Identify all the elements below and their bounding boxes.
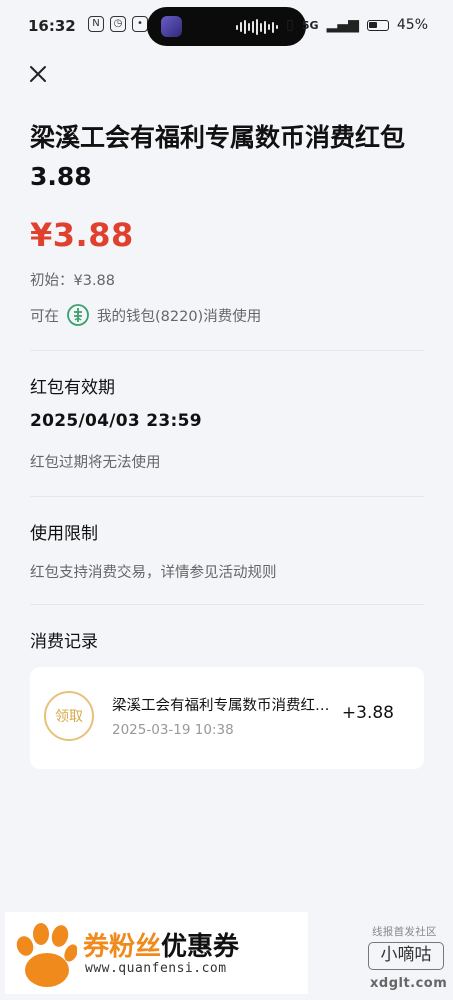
community-name: 小嘀咕 [368,942,444,970]
watermark-brand-part1: 券粉丝 [83,932,162,962]
status-time: 16:32 [28,17,76,35]
alarm-icon: ◷ [110,16,126,32]
expiry-section-title: 红包有效期 [30,378,115,398]
wallet-name: 我的钱包(8220)消费使用 [97,308,262,325]
usable-wallet-row: 可在 我的钱包(8220)消费使用 [30,304,261,326]
battery-icon [366,19,389,31]
record-name: 梁溪工会有福利专属数币消费红包3.88 [112,698,332,714]
music-app-icon [161,16,182,37]
close-icon [30,66,46,82]
record-item[interactable]: 领取 梁溪工会有福利专属数币消费红包3.88 2025-03-19 10:38 … [30,667,424,769]
wechat-icon: • [132,16,148,32]
expiry-note: 红包过期将无法使用 [30,455,161,471]
initial-amount: 初始：¥3.88 [30,273,116,289]
system-status: ▯ 5G ▂▄▆ 45% [286,17,428,33]
expiry-date: 2025/04/03 23:59 [30,411,202,431]
community-domain: xdglt.com [370,976,448,991]
battery-percent: 45% [396,17,428,33]
red-packet-amount: ¥3.88 [30,216,134,254]
signal-icon: ▂▄▆ [326,17,359,33]
watermark-brand-part2: 优惠券 [161,932,240,962]
quanfensi-watermark: 券粉丝优惠券 www.quanfensi.com [5,912,308,994]
bank-logo-icon [67,304,89,326]
divider [30,496,424,497]
records-section-title: 消费记录 [30,632,98,652]
divider [30,350,424,351]
paw-logo-icon [16,923,77,987]
nfc-icon: N [88,16,104,32]
vibrate-icon: ▯ [286,17,294,33]
limits-description: 红包支持消费交易，详情参见活动规则 [30,565,277,581]
dynamic-island [147,7,306,46]
divider [30,604,424,605]
watermark-url: www.quanfensi.com [85,961,227,976]
usable-prefix: 可在 [30,308,59,325]
claim-badge: 领取 [44,691,94,741]
status-bar: 16:32 N ◷ • ▯ 5G ▂▄▆ 45% [0,0,453,52]
page-title: 梁溪工会有福利专属数币消费红包3.88 [30,123,406,191]
watermark-brand: 券粉丝优惠券 [83,926,239,963]
network-label: 5G [301,18,319,32]
community-tag: 线报首发社区 [372,926,437,938]
record-time: 2025-03-19 10:38 [112,722,234,738]
audio-wave-icon [236,19,278,35]
close-button[interactable] [24,60,52,88]
record-amount: +3.88 [341,703,394,723]
limits-section-title: 使用限制 [30,524,98,544]
